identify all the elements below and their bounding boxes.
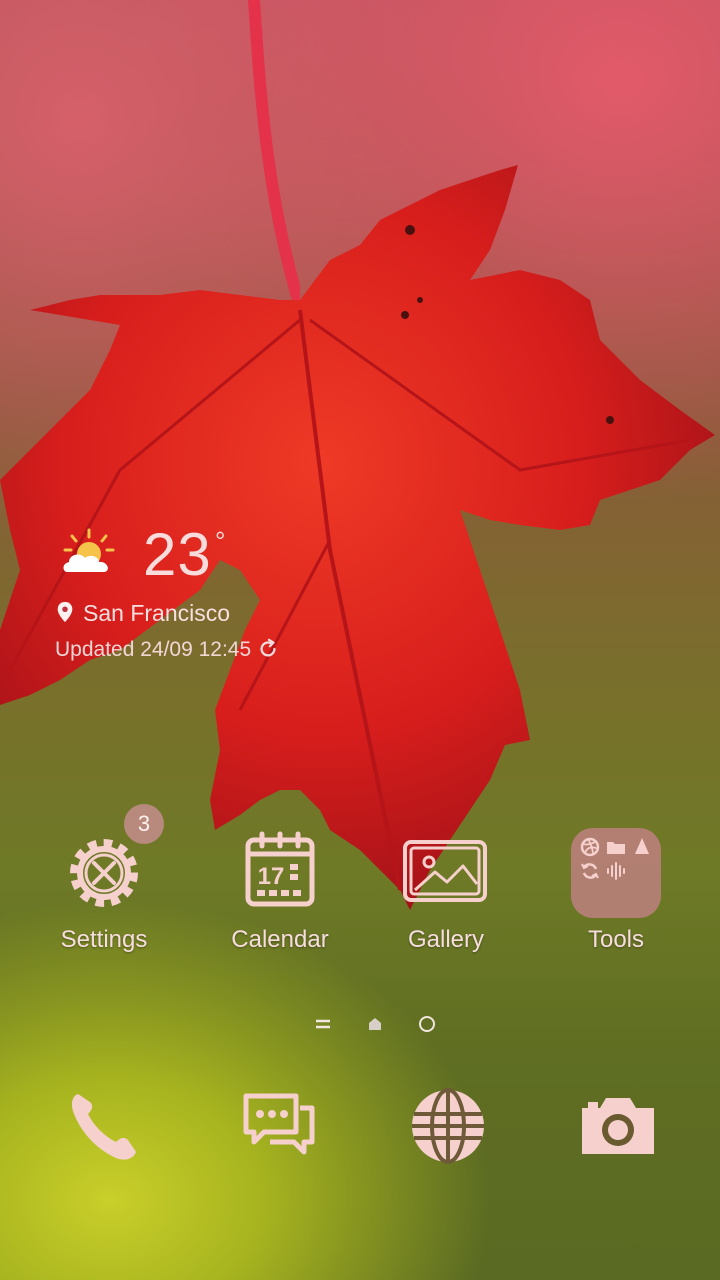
menu-indicator-icon[interactable] [314,1016,332,1032]
app-settings[interactable]: Settings [24,828,184,954]
drive-icon [635,838,649,854]
partly-sunny-icon [63,528,115,572]
phone-icon[interactable] [64,1086,144,1166]
app-tools-folder[interactable]: Tools [536,828,696,954]
location[interactable]: San Francisco [55,600,230,627]
notification-badge: 3 [124,804,164,844]
dribbble-icon [580,837,600,857]
calendar-icon: 17 [235,828,325,918]
updated-label: Updated 24/09 12:45 [55,638,252,661]
sync-icon [581,863,599,879]
sound-wave-icon [607,862,625,880]
folder-icon [607,842,625,854]
location-pin-icon [57,601,73,623]
browser-icon[interactable] [408,1086,488,1166]
page-dot-icon[interactable] [417,1014,437,1034]
weather-updated: Updated 24/09 12:45 [55,638,279,662]
temperature-unit: ° [215,526,226,556]
calendar-date: 17 [258,863,285,890]
app-gallery[interactable]: Gallery [366,828,526,954]
camera-icon[interactable] [578,1086,658,1166]
app-label: Tools [587,926,645,953]
app-label: Gallery [407,926,485,953]
tools-folder-icon [571,828,661,918]
app-label: Settings [60,926,148,953]
temperature: 23 [143,521,212,588]
gallery-icon [401,828,491,918]
home-indicator-icon[interactable] [367,1016,383,1032]
app-calendar[interactable]: 17 Calendar [200,828,360,954]
location-label: San Francisco [83,600,231,626]
messages-icon[interactable] [238,1086,318,1166]
refresh-icon[interactable] [257,638,279,660]
page-indicator[interactable] [0,1012,720,1036]
app-label: Calendar [231,926,329,953]
